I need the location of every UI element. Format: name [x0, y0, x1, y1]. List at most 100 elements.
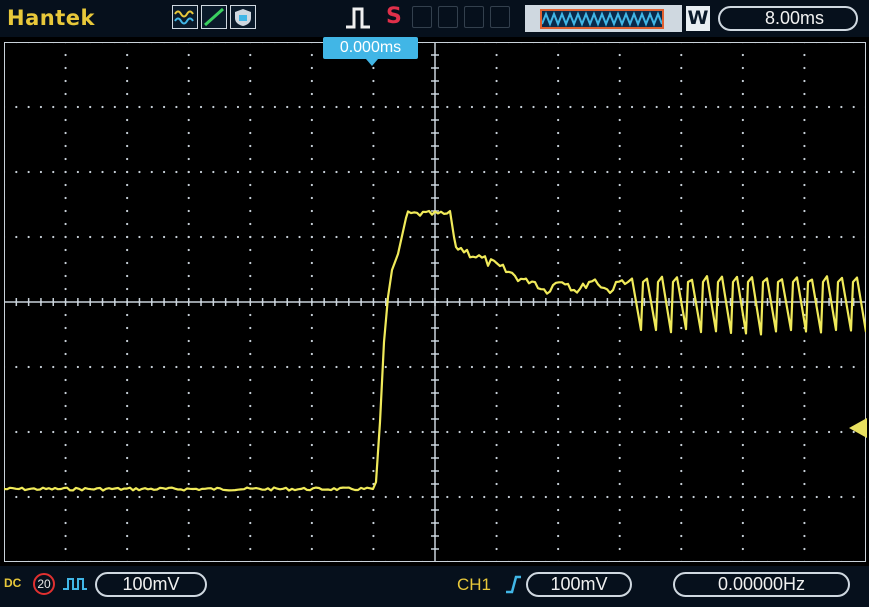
grid-dot — [618, 196, 621, 200]
grid-dot — [815, 105, 818, 109]
grid-dot — [741, 443, 744, 447]
waveform-icon[interactable] — [172, 5, 198, 29]
grid-dot — [495, 534, 498, 538]
grid-dot — [741, 131, 744, 135]
grid-dot — [335, 495, 338, 499]
ch1-scale-readout[interactable]: 100mV — [95, 572, 207, 597]
grid-dot — [557, 404, 560, 408]
grid-dot — [692, 235, 695, 239]
grid-dot — [286, 170, 289, 174]
grid-dot — [76, 365, 79, 369]
grid-dot — [766, 495, 769, 499]
grid-dot — [557, 235, 560, 239]
grid-dot — [224, 235, 227, 239]
grid-dot — [741, 170, 744, 174]
grid-dot — [310, 339, 313, 343]
grid-dot — [384, 365, 387, 369]
grid-dot — [64, 339, 67, 343]
grid-dot — [372, 131, 375, 135]
grid-dot — [692, 430, 695, 434]
grid-dot — [150, 105, 153, 109]
grid-dot — [310, 404, 313, 408]
grid-dot — [495, 183, 498, 187]
grid-dot — [655, 170, 658, 174]
grid-dot — [655, 430, 658, 434]
grid-dot — [372, 261, 375, 265]
grid-dot — [532, 105, 535, 109]
trigger-position-label[interactable]: 0.000ms — [323, 37, 418, 59]
grid-dot — [557, 131, 560, 135]
grid-dot — [323, 105, 326, 109]
trigger-level-readout[interactable]: 100mV — [526, 572, 632, 597]
grid-dot — [680, 443, 683, 447]
grid-dot — [569, 365, 572, 369]
grid-dot — [64, 456, 67, 460]
grid-dot — [557, 209, 560, 213]
grid-dot — [680, 404, 683, 408]
grid-dot — [249, 508, 252, 512]
grid-dot — [249, 170, 252, 174]
grid-dot — [717, 365, 720, 369]
grid-dot — [667, 495, 671, 499]
grid-dot — [64, 417, 67, 421]
grid-dot — [384, 430, 387, 434]
grid-dot — [520, 170, 523, 174]
memory-depth-bar[interactable] — [525, 5, 682, 32]
shield-icon[interactable] — [230, 5, 256, 29]
bandwidth-limit-badge[interactable]: 20 — [33, 573, 55, 595]
rising-edge-icon[interactable] — [344, 5, 372, 31]
grid-dot — [249, 326, 252, 330]
grid-dot — [495, 274, 498, 278]
grid-dot — [187, 261, 190, 265]
grid-dot — [372, 456, 375, 460]
grid-dot — [372, 339, 375, 343]
grid-dot — [852, 495, 855, 499]
grid-dot — [741, 274, 744, 278]
grid-dot — [680, 105, 683, 109]
rising-slope-icon[interactable] — [504, 574, 522, 594]
grid-dot — [310, 248, 313, 252]
grid-dot — [187, 313, 190, 317]
grid-dot — [126, 222, 129, 226]
grid-dot — [593, 105, 597, 109]
grid-dot — [126, 287, 129, 291]
grid-dot — [187, 469, 190, 473]
grid-dot — [754, 170, 757, 174]
grid-dot — [236, 495, 240, 499]
grid-dot — [630, 430, 634, 434]
window-badge[interactable]: W — [686, 6, 710, 31]
grid-dot — [803, 456, 806, 460]
grid-dot — [310, 196, 313, 200]
grid-dot — [544, 430, 547, 434]
run-state[interactable]: S — [386, 4, 402, 29]
grid-dot — [741, 248, 744, 252]
grid-dot — [581, 495, 584, 499]
grid-dot — [286, 235, 289, 239]
grid-dot — [741, 157, 744, 161]
grid-dot — [741, 339, 744, 343]
grid-dot — [212, 170, 215, 174]
grid-dot — [310, 391, 313, 395]
grid-dot — [557, 248, 560, 252]
grid-dot — [520, 495, 523, 499]
grid-dot — [741, 469, 744, 473]
trigger-level-marker[interactable] — [849, 418, 867, 438]
grid-dot — [212, 235, 215, 239]
grid-dot — [310, 378, 313, 382]
grid-dot — [126, 469, 129, 473]
grid-dot — [360, 495, 363, 499]
grid-dot — [630, 495, 634, 499]
grid-dot — [249, 456, 252, 460]
grid-dot — [643, 170, 646, 174]
slope-icon[interactable] — [201, 5, 227, 29]
grid-dot — [827, 235, 831, 239]
grid-dot — [212, 495, 215, 499]
grid-dot — [249, 313, 252, 317]
grid-dot — [150, 430, 153, 434]
grid-dot — [236, 170, 240, 174]
coupling-label: DC — [4, 576, 22, 590]
timebase-readout[interactable]: 8.00ms — [718, 6, 858, 31]
grid-dot — [557, 313, 560, 317]
grid-dot — [569, 235, 572, 239]
grid-dot — [704, 365, 708, 369]
